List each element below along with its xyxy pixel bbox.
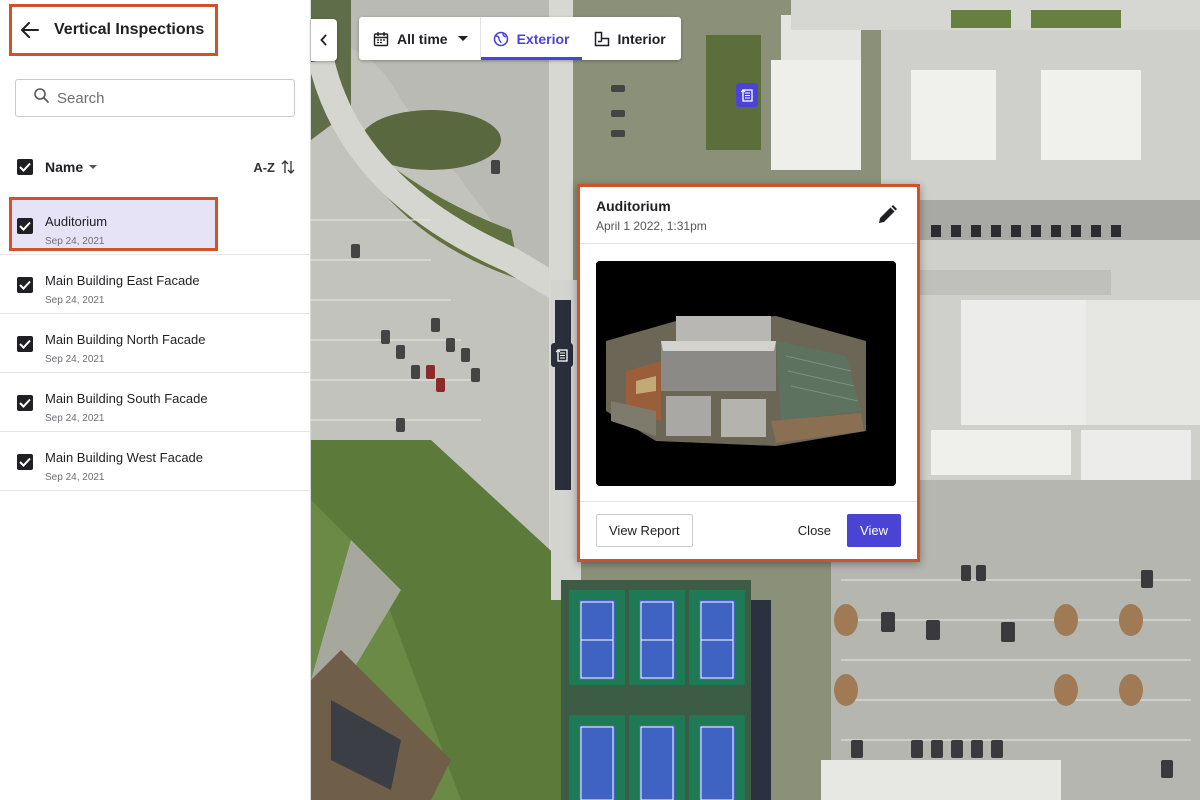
collapse-sidebar-button[interactable] xyxy=(311,19,337,61)
edit-pencil-icon[interactable] xyxy=(875,203,899,227)
popup-footer: View Report Close View xyxy=(580,501,917,559)
item-date: Sep 24, 2021 xyxy=(45,472,105,483)
view-button[interactable]: View xyxy=(847,514,901,547)
chevron-down-icon xyxy=(457,36,468,41)
list-item[interactable]: Main Building South Facade Sep 24, 2021 xyxy=(0,373,311,432)
chevron-left-icon xyxy=(320,34,327,46)
item-date: Sep 24, 2021 xyxy=(45,295,105,306)
item-checkbox[interactable] xyxy=(17,336,33,352)
list-item[interactable]: Main Building North Facade Sep 24, 2021 xyxy=(0,314,311,373)
inspection-popup: Auditorium April 1 2022, 1:31pm View Rep… xyxy=(577,184,920,562)
item-name: Main Building West Facade xyxy=(45,450,204,465)
view-report-button[interactable]: View Report xyxy=(596,514,693,547)
globe-icon xyxy=(493,31,508,46)
item-name: Main Building North Facade xyxy=(45,332,206,347)
tab-exterior[interactable]: Exterior xyxy=(480,17,582,60)
floorplan-icon xyxy=(594,31,609,46)
back-arrow-icon[interactable] xyxy=(20,20,40,40)
item-checkbox[interactable] xyxy=(17,218,33,234)
item-checkbox[interactable] xyxy=(17,277,33,293)
search-icon xyxy=(34,88,49,108)
popup-header: Auditorium April 1 2022, 1:31pm xyxy=(580,187,917,244)
building-marker-icon[interactable] xyxy=(736,83,758,107)
close-button[interactable]: Close xyxy=(782,514,847,547)
time-filter-label: All time xyxy=(397,30,448,47)
list-item[interactable]: Auditorium Sep 24, 2021 xyxy=(0,196,311,255)
building-marker-icon[interactable] xyxy=(551,343,573,367)
popup-title: Auditorium xyxy=(596,198,671,214)
sort-order-label: A-Z xyxy=(253,159,275,175)
sort-by-name-dropdown[interactable]: Name xyxy=(45,159,98,175)
item-name: Main Building East Facade xyxy=(45,273,200,288)
time-filter-dropdown[interactable]: All time xyxy=(359,17,481,60)
model-preview-image[interactable] xyxy=(596,261,896,486)
item-name: Auditorium xyxy=(45,214,108,229)
list-header: Name A-Z xyxy=(17,155,295,179)
sort-order-toggle[interactable]: A-Z xyxy=(253,160,295,175)
tab-interior-label: Interior xyxy=(617,30,666,47)
tab-exterior-label: Exterior xyxy=(516,30,570,47)
map-toolbar: All time Exterior Interior xyxy=(359,17,681,60)
popup-date: April 1 2022, 1:31pm xyxy=(596,219,707,233)
list-item[interactable]: Main Building West Facade Sep 24, 2021 xyxy=(0,432,311,491)
item-name: Main Building South Facade xyxy=(45,391,208,406)
chevron-down-icon xyxy=(89,165,98,169)
select-all-checkbox[interactable] xyxy=(17,159,33,175)
page-title: Vertical Inspections xyxy=(54,21,205,38)
sidebar: Vertical Inspections Name A-Z Auditorium… xyxy=(0,0,311,800)
calendar-icon xyxy=(373,31,389,46)
tab-interior[interactable]: Interior xyxy=(582,17,678,60)
search-field[interactable] xyxy=(15,79,295,117)
item-checkbox[interactable] xyxy=(17,454,33,470)
list-item[interactable]: Main Building East Facade Sep 24, 2021 xyxy=(0,255,311,314)
item-checkbox[interactable] xyxy=(17,395,33,411)
sort-label: Name xyxy=(45,159,84,175)
item-date: Sep 24, 2021 xyxy=(45,413,105,424)
item-date: Sep 24, 2021 xyxy=(45,354,105,365)
item-date: Sep 24, 2021 xyxy=(45,236,105,247)
search-input[interactable] xyxy=(57,89,277,107)
sort-icon xyxy=(281,160,295,174)
sidebar-header: Vertical Inspections xyxy=(9,4,218,56)
